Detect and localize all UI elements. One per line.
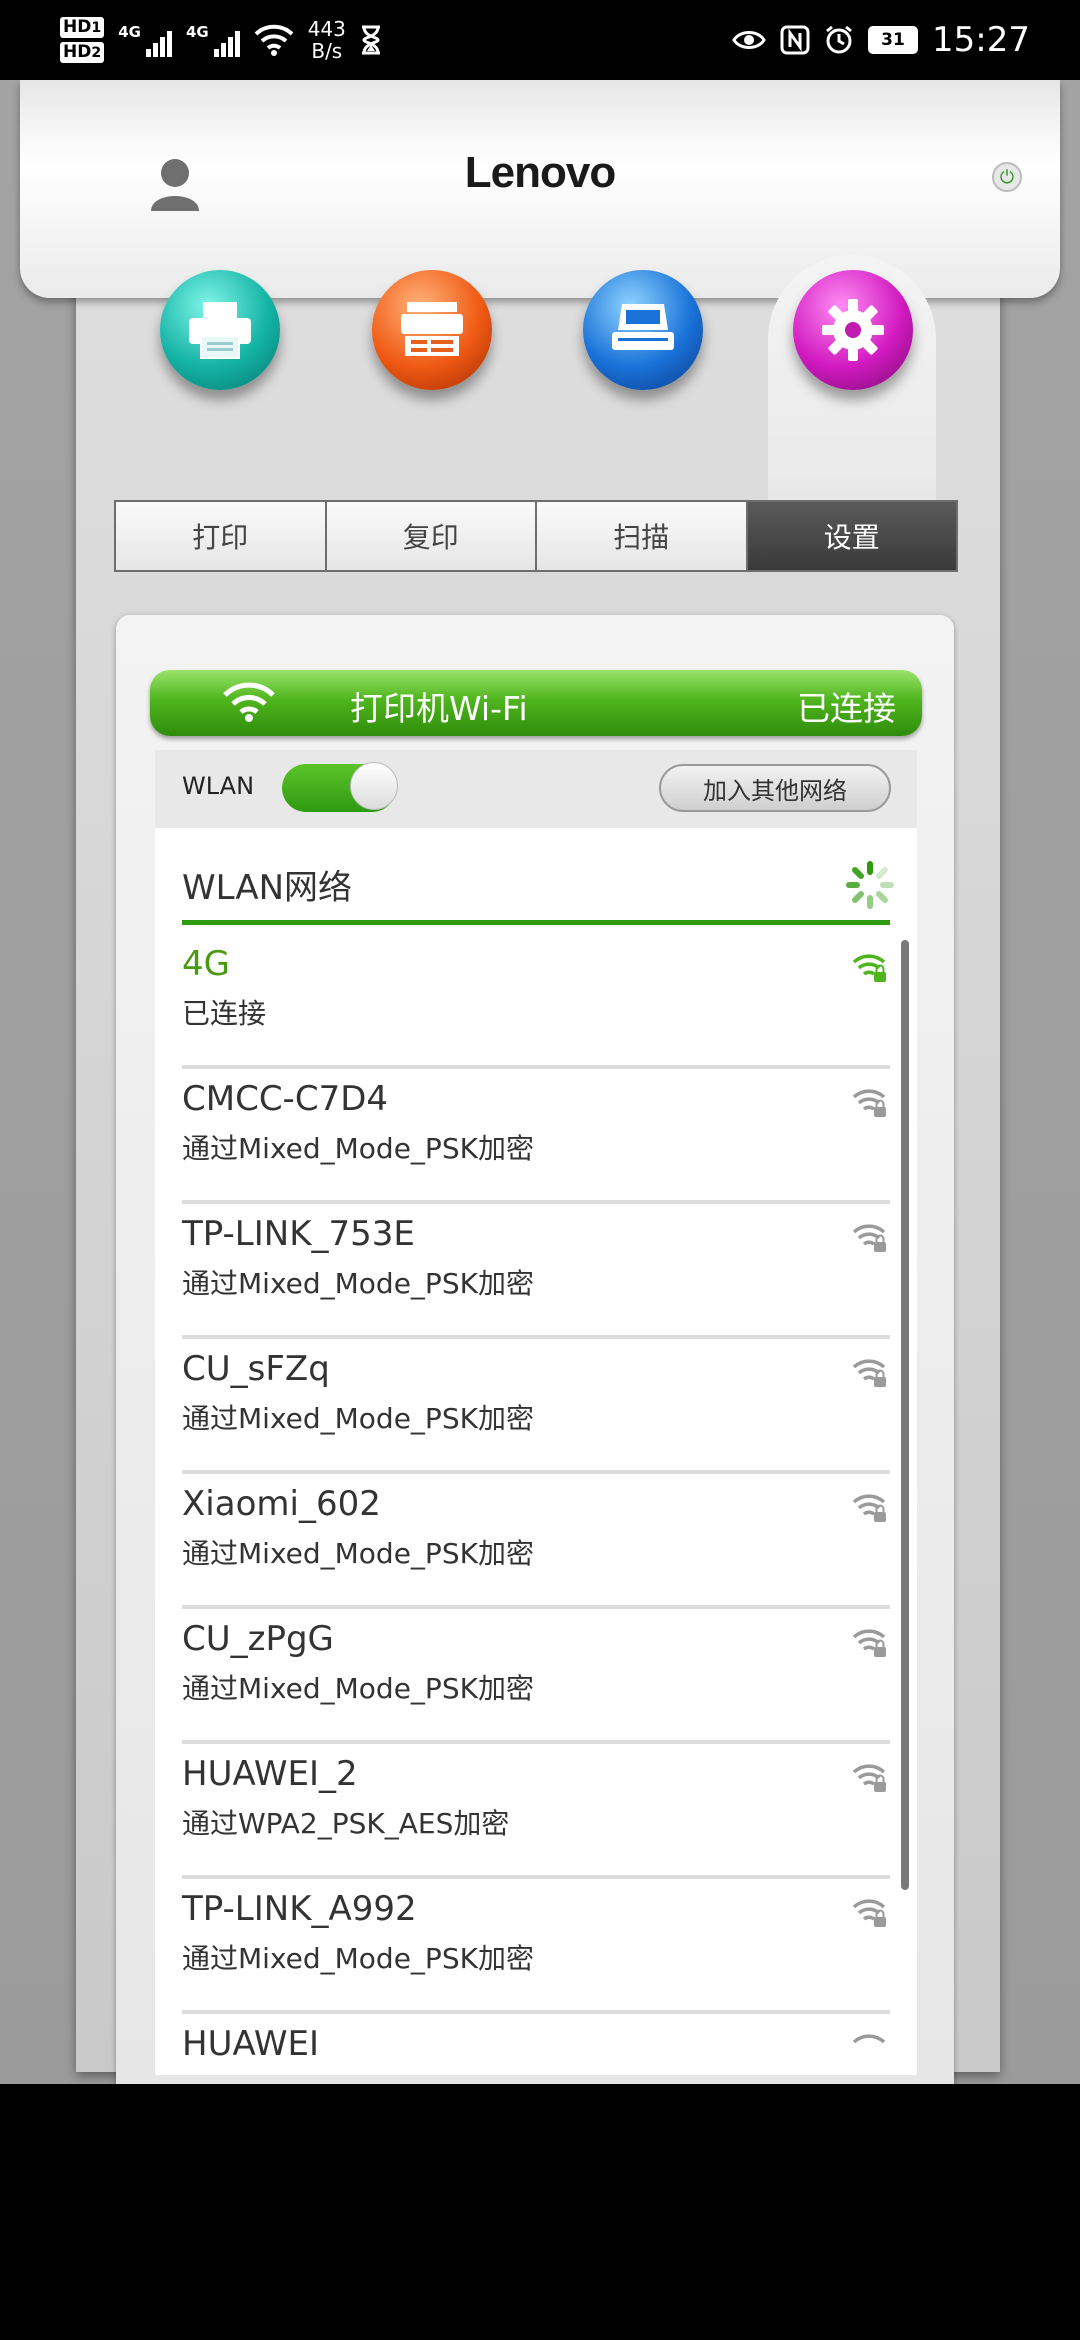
network-speed: 443 B/s [307,17,346,63]
scrollbar[interactable] [901,940,909,1890]
clock: 15:27 [932,20,1030,60]
loading-spinner-icon [846,861,894,909]
wifi-lock-icon [852,2034,886,2044]
join-other-network-button[interactable]: 加入其他网络 [659,764,891,812]
network-detail: 通过WPA2_PSK_AES加密 [182,1807,510,1840]
section-title: WLAN网络 [182,868,353,908]
network-item[interactable]: TP-LINK_753E 通过Mixed_Mode_PSK加密 [182,1200,890,1339]
wlan-toggle-row: WLAN 加入其他网络 [155,750,917,828]
eye-icon [732,31,766,49]
wifi-lock-icon [852,1359,886,1387]
alarm-icon [826,25,852,54]
network-name: HUAWEI_2 [182,1754,358,1794]
network-detail: 通过Mixed_Mode_PSK加密 [182,1267,534,1300]
wifi-lock-icon [852,1494,886,1522]
wlan-label: WLAN [182,772,255,800]
network-detail: 通过Mixed_Mode_PSK加密 [182,1537,534,1570]
wlan-toggle[interactable] [282,762,398,812]
printer-wifi-title: 打印机Wi-Fi [350,689,528,728]
network-name: TP-LINK_753E [182,1214,415,1254]
brand-logo: Lenovo [464,148,616,197]
mode-tabs: 打印 复印 扫描 设置 [114,500,958,572]
network-name: 4G [182,944,230,984]
printer-wifi-header: 打印机Wi-Fi 已连接 [150,670,922,736]
wlan-list-area: WLAN 加入其他网络 WLAN网络 4G 已连接 CMCC-C7D4 通过Mi… [155,750,917,2075]
network-item[interactable]: TP-LINK_A992 通过Mixed_Mode_PSK加密 [182,1875,890,2014]
app-screen: Lenovo ⏻ 打印 复印 扫描 设置 打印机Wi-Fi 已连接 WLAN 加… [0,80,1080,2084]
wifi-lock-icon [852,954,886,982]
network-name: CMCC-C7D4 [182,1079,389,1119]
network-detail: 通过Mixed_Mode_PSK加密 [182,1402,534,1435]
network-name: HUAWEI [182,2024,319,2064]
tab-print[interactable]: 打印 [116,502,327,570]
printer-icon[interactable] [160,270,280,390]
wifi-lock-icon [852,1629,886,1657]
connection-status: 已连接 [797,689,896,728]
network-name: TP-LINK_A992 [182,1889,417,1929]
wifi-lock-icon [852,1899,886,1927]
wifi-lock-icon [852,1224,886,1252]
gear-icon[interactable] [793,270,913,390]
scanner-icon[interactable] [583,270,703,390]
status-bar: HD1 HD2 4G 4G 443 B/s 31 15:27 [0,0,1080,80]
network-detail: 通过Mixed_Mode_PSK加密 [182,1942,534,1975]
network-name: CU_zPgG [182,1619,334,1659]
signal-icon: 4G [186,23,240,57]
network-item[interactable]: HUAWEI_2 通过WPA2_PSK_AES加密 [182,1740,890,1879]
network-detail: 通过Mixed_Mode_PSK加密 [182,1132,534,1165]
network-item[interactable]: 4G 已连接 [182,930,890,1069]
network-item[interactable]: CMCC-C7D4 通过Mixed_Mode_PSK加密 [182,1065,890,1204]
network-detail: 通过Mixed_Mode_PSK加密 [182,1672,534,1705]
wifi-icon [223,682,275,722]
printer-wifi-card: 打印机Wi-Fi 已连接 WLAN 加入其他网络 WLAN网络 4G 已连接 C… [150,670,922,2075]
tab-copy[interactable]: 复印 [326,502,537,570]
battery-icon: 31 [868,26,919,54]
network-item[interactable]: CU_zPgG 通过Mixed_Mode_PSK加密 [182,1605,890,1744]
signal-icon: 4G [118,23,172,57]
network-item[interactable]: HUAWEI [182,2010,890,2075]
network-name: Xiaomi_602 [182,1484,381,1524]
wifi-lock-icon [852,1089,886,1117]
tab-scan[interactable]: 扫描 [537,502,748,570]
network-detail: 已连接 [182,997,267,1030]
hourglass-icon [361,25,380,55]
power-icon[interactable]: ⏻ [992,162,1022,192]
copier-icon[interactable] [372,270,492,390]
network-item[interactable]: Xiaomi_602 通过Mixed_Mode_PSK加密 [182,1470,890,1609]
network-item[interactable]: CU_sFZq 通过Mixed_Mode_PSK加密 [182,1335,890,1474]
wifi-icon [254,24,294,56]
network-name: CU_sFZq [182,1349,330,1389]
section-divider [182,920,890,925]
tab-settings[interactable]: 设置 [747,502,956,570]
hd-indicator: HD1 HD2 [60,15,105,65]
nfc-icon [780,25,810,55]
wifi-lock-icon [852,1764,886,1792]
header-bar: Lenovo ⏻ [20,80,1060,298]
